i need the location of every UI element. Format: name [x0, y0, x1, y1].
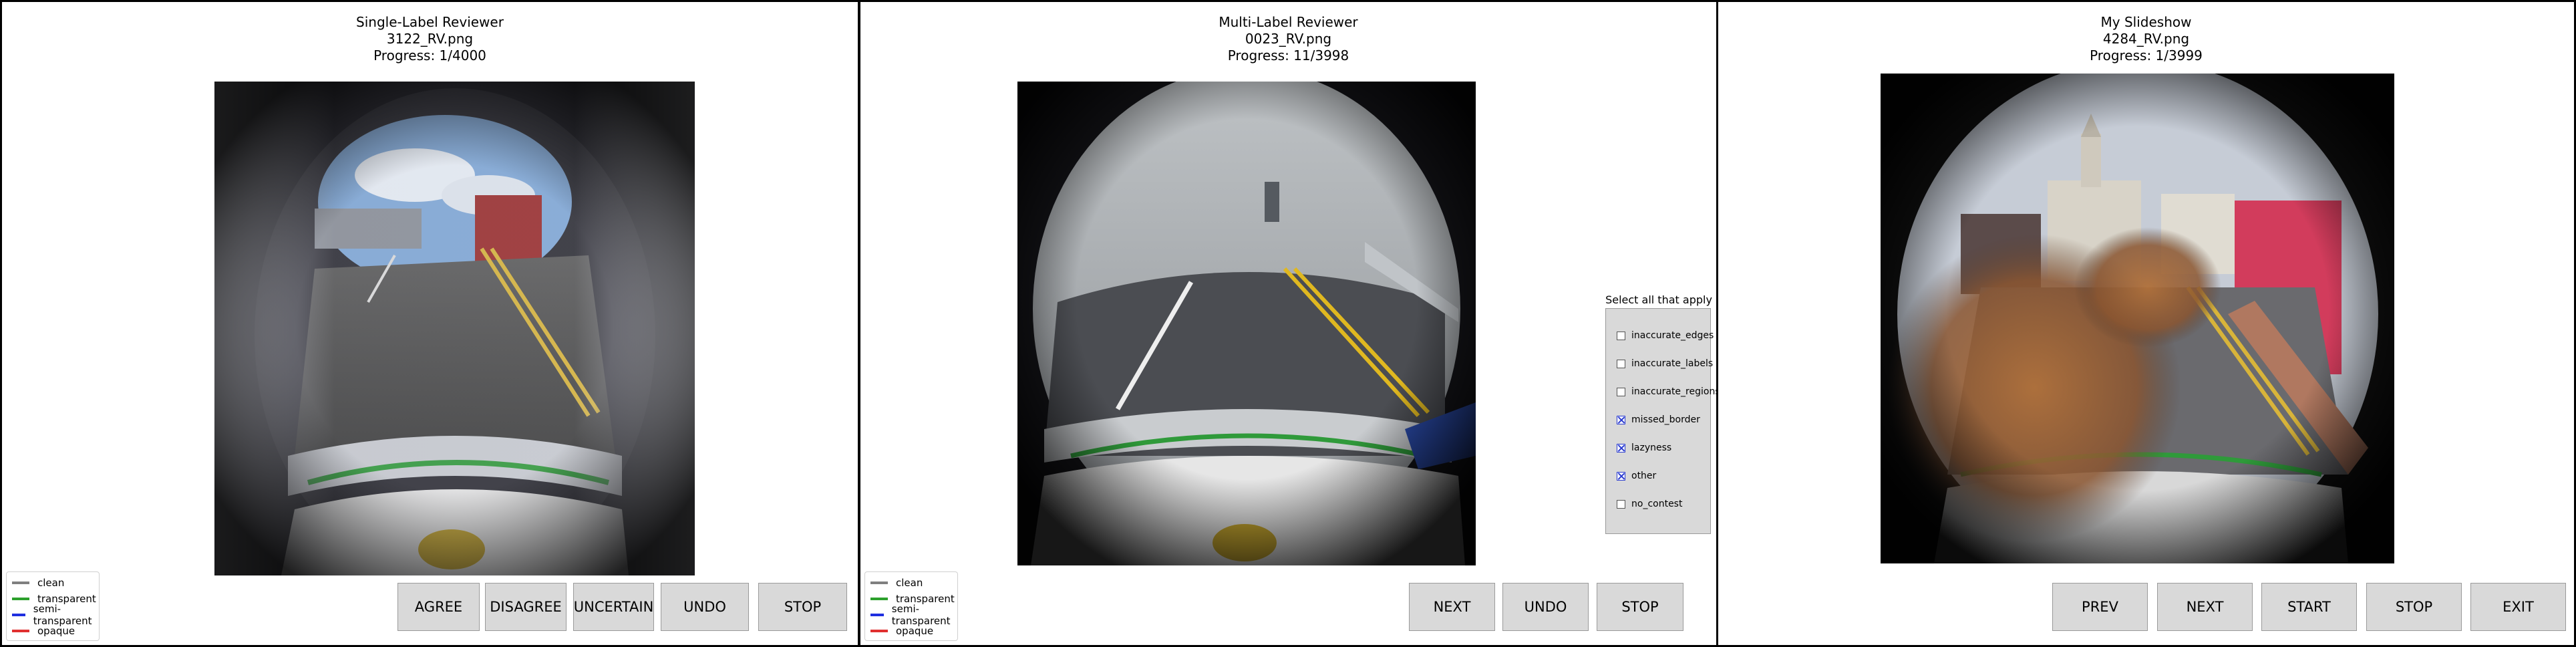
stop-button[interactable]: STOP: [2366, 583, 2462, 631]
stop-button[interactable]: STOP: [1597, 583, 1683, 631]
prev-button[interactable]: PREV: [2052, 583, 2148, 631]
checkbox-inaccurate-labels[interactable]: inaccurate_labels: [1617, 357, 1713, 370]
label-checklist: inaccurate_edges inaccurate_labels inacc…: [1605, 308, 1716, 534]
legend-swatch: [12, 581, 29, 584]
next-button[interactable]: NEXT: [1409, 583, 1495, 631]
checkbox-missed-border[interactable]: missed_border: [1617, 413, 1700, 426]
image-filename: 0023_RV.png: [1245, 31, 1332, 47]
legend-label: opaque: [896, 625, 934, 637]
legend-label: semi-transparent: [33, 603, 92, 627]
legend-swatch: [12, 598, 29, 600]
checkbox-lazyness[interactable]: lazyness: [1617, 441, 1671, 455]
checkbox-no-contest[interactable]: no_contest: [1617, 497, 1682, 511]
checkbox-label: lazyness: [1631, 442, 1672, 453]
checkbox-other[interactable]: other: [1617, 469, 1656, 483]
legend-item-opaque: opaque: [12, 625, 75, 637]
checkbox-icon[interactable]: [1617, 359, 1625, 368]
disagree-button[interactable]: DISAGREE: [485, 583, 567, 631]
legend-item-clean: clean: [870, 577, 923, 589]
checkbox-label: missed_border: [1631, 414, 1700, 425]
agree-button[interactable]: AGREE: [397, 583, 480, 631]
stop-button[interactable]: STOP: [758, 583, 847, 631]
checkbox-icon[interactable]: [1617, 499, 1625, 509]
panel-title: My Slideshow: [2100, 14, 2192, 30]
legend-label: opaque: [37, 625, 75, 637]
legend-swatch: [12, 614, 25, 616]
image-filename: 4284_RV.png: [2102, 31, 2190, 47]
legend-label: clean: [896, 577, 923, 589]
checkbox-inaccurate-edges[interactable]: inaccurate_edges: [1617, 329, 1714, 342]
next-button[interactable]: NEXT: [2157, 583, 2253, 631]
checklist-title: Select all that apply: [1605, 293, 1712, 306]
legend: clean transparent semi-transparent opaqu…: [864, 571, 958, 641]
legend-swatch: [12, 630, 29, 632]
fisheye-road-image: [214, 82, 695, 575]
legend-item-opaque: opaque: [870, 625, 933, 637]
undo-button[interactable]: UNDO: [1502, 583, 1589, 631]
progress-text: Progress: 1/4000: [373, 47, 486, 63]
checkbox-checked-icon[interactable]: [1617, 415, 1625, 424]
checkbox-label: no_contest: [1631, 499, 1683, 509]
panel-title: Single-Label Reviewer: [356, 14, 504, 30]
checkbox-checked-icon[interactable]: [1617, 443, 1625, 452]
single-label-reviewer-panel: Single-Label Reviewer 3122_RV.png Progre…: [0, 0, 860, 647]
uncertain-button[interactable]: UNCERTAIN: [573, 583, 654, 631]
checkbox-icon[interactable]: [1617, 331, 1625, 340]
legend-swatch: [870, 630, 888, 632]
fisheye-road-image: [1017, 82, 1476, 565]
legend-label: clean: [37, 577, 65, 589]
image-filename: 3122_RV.png: [386, 31, 474, 47]
checkbox-label: inaccurate_labels: [1631, 358, 1714, 369]
panel-header: Multi-Label Reviewer 0023_RV.png Progres…: [860, 14, 1716, 64]
legend-label: semi-transparent: [891, 603, 951, 627]
legend-swatch: [870, 614, 884, 616]
legend: clean transparent semi-transparent opaqu…: [6, 571, 100, 641]
checkbox-checked-icon[interactable]: [1617, 471, 1625, 481]
checkbox-label: inaccurate_edges: [1631, 330, 1714, 341]
progress-text: Progress: 11/3998: [1227, 47, 1349, 63]
legend-swatch: [870, 581, 888, 584]
legend-swatch: [870, 598, 888, 600]
fisheye-street-image: [1881, 74, 2394, 563]
panel-header: Single-Label Reviewer 3122_RV.png Progre…: [2, 14, 858, 64]
legend-item-semi-transparent: semi-transparent: [870, 603, 957, 627]
checkbox-label: inaccurate_regions: [1631, 386, 1718, 397]
slideshow-panel: My Slideshow 4284_RV.png Progress: 1/399…: [1716, 0, 2576, 647]
panel-title: Multi-Label Reviewer: [1219, 14, 1358, 30]
checkbox-inaccurate-regions[interactable]: inaccurate_regions: [1617, 385, 1718, 398]
exit-button[interactable]: EXIT: [2470, 583, 2566, 631]
checkbox-icon[interactable]: [1617, 387, 1625, 396]
start-button[interactable]: START: [2261, 583, 2357, 631]
checkbox-label: other: [1631, 471, 1657, 481]
undo-button[interactable]: UNDO: [661, 583, 749, 631]
multi-label-reviewer-panel: Multi-Label Reviewer 0023_RV.png Progres…: [858, 0, 1718, 647]
progress-text: Progress: 1/3999: [2090, 47, 2203, 63]
legend-item-clean: clean: [12, 577, 64, 589]
panel-header: My Slideshow 4284_RV.png Progress: 1/399…: [1718, 14, 2574, 64]
legend-item-semi-transparent: semi-transparent: [12, 603, 99, 627]
